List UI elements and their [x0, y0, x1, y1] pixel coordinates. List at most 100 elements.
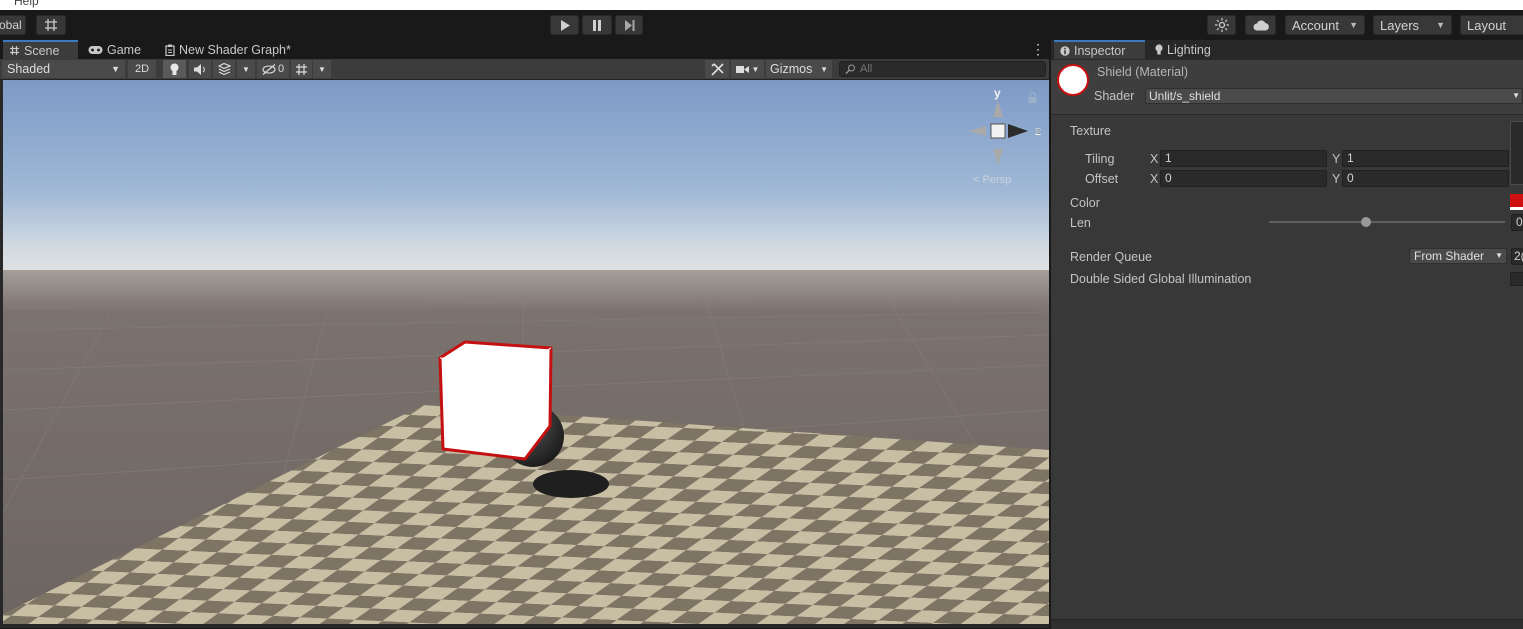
menu-bar: Help: [0, 0, 1523, 10]
layout-dropdown[interactable]: Layout: [1460, 15, 1523, 35]
shader-dropdown[interactable]: Unlit/s_shield ▼: [1145, 88, 1523, 104]
lightbulb-icon: [170, 63, 179, 75]
len-label: Len: [1070, 216, 1091, 230]
projection-label[interactable]: < Persp: [973, 174, 1011, 186]
tiling-label: Tiling: [1085, 152, 1115, 166]
toggle-2d-label: 2D: [134, 63, 150, 75]
offset-y-field[interactable]: 0: [1342, 170, 1509, 187]
play-icon: [560, 19, 570, 31]
inspector-panel: [1051, 40, 1523, 628]
pivot-rotation-label: obal: [0, 18, 22, 32]
tab-lighting[interactable]: Lighting: [1149, 40, 1229, 59]
scene-viewport[interactable]: y z < Persp: [3, 80, 1049, 624]
layers-dropdown[interactable]: Layers ▼: [1373, 15, 1452, 35]
grid-icon: [296, 63, 307, 75]
more-options-icon[interactable]: ⋮: [1031, 42, 1045, 57]
gamepad-icon: [88, 45, 103, 54]
lock-icon[interactable]: [1028, 92, 1037, 103]
cloud-button[interactable]: [1245, 15, 1276, 35]
lock-icon[interactable]: z: [1036, 126, 1041, 136]
texture-label: Texture: [1070, 124, 1111, 138]
pause-button[interactable]: [582, 15, 612, 35]
search-placeholder: All: [860, 63, 873, 75]
dsgi-checkbox[interactable]: [1510, 272, 1523, 286]
render-queue-label: Render Queue: [1070, 250, 1153, 264]
color-swatch[interactable]: [1510, 194, 1523, 210]
camera-dropdown[interactable]: ▼: [731, 60, 764, 78]
step-button[interactable]: [615, 15, 643, 35]
len-value-field[interactable]: 0: [1511, 214, 1523, 231]
tab-inspector-label: Inspector: [1074, 43, 1126, 58]
tiling-x-field[interactable]: 1: [1160, 150, 1327, 167]
gizmos-dropdown[interactable]: Gizmos ▼: [766, 60, 832, 78]
play-button[interactable]: [550, 15, 579, 35]
account-dropdown[interactable]: Account ▼: [1285, 15, 1365, 35]
shader-label: Shader: [1094, 89, 1135, 103]
render-queue-dropdown[interactable]: From Shader ▼: [1409, 248, 1507, 264]
tab-inspector[interactable]: Inspector: [1054, 40, 1145, 59]
texture-slot[interactable]: [1510, 121, 1523, 185]
draw-mode-label: Shaded: [7, 62, 51, 76]
info-icon: [1060, 45, 1070, 56]
offset-label: Offset: [1085, 172, 1119, 186]
grid-dropdown[interactable]: ▼: [313, 60, 331, 78]
dsgi-label: Double Sided Global Illumination: [1070, 272, 1252, 286]
main-toolbar: obal Account ▼ Layers ▼ Layout: [0, 10, 1523, 40]
render-queue-value-field[interactable]: 2(: [1511, 248, 1523, 265]
color-label: Color: [1070, 196, 1100, 210]
tab-shader-graph-label: New Shader Graph*: [179, 42, 291, 57]
len-slider-thumb[interactable]: [1360, 217, 1371, 227]
tab-game[interactable]: Game: [82, 40, 158, 59]
hash-icon: [10, 46, 19, 55]
tiling-y-label: Y: [1332, 152, 1341, 166]
tools-icon: [710, 62, 724, 76]
tab-shader-graph[interactable]: New Shader Graph*: [159, 40, 299, 59]
lighting-toggle[interactable]: [163, 60, 186, 78]
grid-snap-button[interactable]: [36, 15, 66, 35]
eye-slash-icon: [262, 63, 276, 75]
collab-button[interactable]: [1207, 15, 1236, 35]
effects-toggle[interactable]: [213, 60, 235, 78]
material-header: Shield (Material) Shader Unlit/s_shield …: [1051, 60, 1523, 115]
chevron-down-icon: ▼: [1512, 91, 1520, 100]
offset-x-label: X: [1150, 172, 1159, 186]
lightbulb-icon: [1155, 44, 1163, 55]
sun-icon: [1214, 18, 1229, 32]
chevron-down-icon: ▼: [242, 64, 250, 74]
shader-value: Unlit/s_shield: [1149, 89, 1221, 103]
tiling-y-field[interactable]: 1: [1342, 150, 1509, 167]
material-preview-icon: [1057, 64, 1089, 96]
chevron-down-icon: ▼: [820, 64, 828, 74]
layers-label: Layers: [1380, 17, 1420, 33]
tab-scene[interactable]: Scene: [3, 40, 78, 59]
tab-scene-label: Scene: [24, 43, 60, 58]
toggle-2d-button[interactable]: 2D: [128, 60, 156, 78]
inspector-tab-bar: Inspector Lighting: [1051, 40, 1523, 60]
search-input[interactable]: All: [839, 61, 1046, 77]
cloud-icon: [1253, 19, 1269, 31]
effects-dropdown[interactable]: ▼: [237, 60, 255, 78]
tiling-x-label: X: [1150, 152, 1159, 166]
hidden-objects-toggle[interactable]: 0: [257, 60, 289, 78]
gizmo-y-label: y: [994, 86, 1001, 100]
chevron-down-icon: ▼: [1349, 20, 1358, 30]
layout-label: Layout: [1467, 17, 1507, 33]
audio-toggle[interactable]: [189, 60, 211, 78]
draw-mode-dropdown[interactable]: Shaded ▼: [2, 60, 125, 78]
material-name: Shield (Material): [1097, 65, 1189, 79]
projection-text: Persp: [982, 174, 1012, 186]
tools-button[interactable]: [705, 60, 729, 78]
len-slider-track[interactable]: [1269, 221, 1505, 223]
scene-tab-bar: Scene Game New Shader Graph* ⋮: [0, 40, 1049, 59]
grid-toggle[interactable]: [291, 60, 312, 78]
menu-help[interactable]: Help: [14, 0, 39, 8]
chevron-down-icon: ▼: [1436, 20, 1445, 30]
account-label: Account: [1292, 17, 1339, 33]
pivot-rotation-button[interactable]: obal: [0, 15, 26, 35]
step-icon: [624, 19, 634, 31]
chevron-down-icon: ▼: [318, 64, 326, 74]
tab-lighting-label: Lighting: [1167, 42, 1211, 57]
offset-y-label: Y: [1332, 172, 1341, 186]
effects-icon: [217, 63, 231, 75]
offset-x-field[interactable]: 0: [1160, 170, 1327, 187]
